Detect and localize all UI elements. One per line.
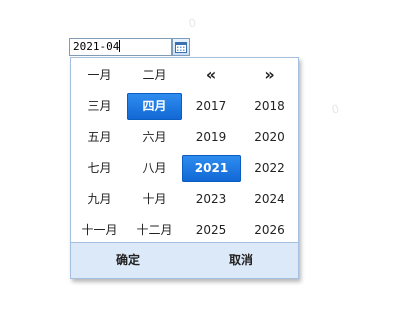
month-cell[interactable]: 十月 bbox=[126, 186, 183, 213]
page: 0 0 2021-04 一月 二月 « » 三月 四月 2017 2018 五月… bbox=[0, 0, 414, 330]
month-cell[interactable]: 六月 bbox=[126, 124, 183, 151]
month-cell[interactable]: 一月 bbox=[71, 62, 128, 89]
picker-row: 九月 十月 2023 2024 bbox=[71, 184, 298, 215]
year-cell[interactable]: 2019 bbox=[182, 124, 240, 151]
background-mark: 0 bbox=[330, 101, 341, 117]
next-years-button[interactable]: » bbox=[241, 62, 298, 89]
year-cell[interactable]: 2024 bbox=[241, 186, 298, 213]
year-cell[interactable]: 2022 bbox=[241, 155, 298, 182]
prev-years-button[interactable]: « bbox=[182, 62, 240, 89]
date-input-value: 2021-04 bbox=[73, 40, 120, 53]
month-cell[interactable]: 三月 bbox=[71, 93, 128, 120]
picker-row: 一月 二月 « » bbox=[71, 60, 298, 91]
confirm-button[interactable]: 确定 bbox=[99, 243, 157, 278]
picker-footer: 确定 取消 bbox=[71, 242, 298, 278]
year-cell[interactable]: 2026 bbox=[241, 217, 298, 244]
calendar-toggle-button[interactable] bbox=[172, 38, 190, 56]
picker-row: 三月 四月 2017 2018 bbox=[71, 91, 298, 122]
month-cell[interactable]: 二月 bbox=[126, 62, 183, 89]
calendar-icon bbox=[175, 42, 187, 53]
year-cell[interactable]: 2020 bbox=[241, 124, 298, 151]
picker-row: 七月 八月 2021 2022 bbox=[71, 153, 298, 184]
year-cell-selected[interactable]: 2021 bbox=[182, 155, 241, 182]
background-mark: 0 bbox=[187, 15, 198, 31]
month-cell-selected[interactable]: 四月 bbox=[127, 93, 182, 120]
month-cell[interactable]: 七月 bbox=[71, 155, 128, 182]
year-cell[interactable]: 2018 bbox=[241, 93, 298, 120]
month-year-grid: 一月 二月 « » 三月 四月 2017 2018 五月 六月 2019 202… bbox=[71, 60, 298, 246]
cancel-button[interactable]: 取消 bbox=[212, 243, 270, 278]
month-cell[interactable]: 十二月 bbox=[126, 217, 183, 244]
date-input-field[interactable]: 2021-04 bbox=[69, 38, 172, 56]
month-cell[interactable]: 八月 bbox=[126, 155, 183, 182]
month-cell[interactable]: 五月 bbox=[71, 124, 128, 151]
text-caret bbox=[119, 40, 121, 52]
year-cell[interactable]: 2025 bbox=[182, 217, 240, 244]
month-cell[interactable]: 九月 bbox=[71, 186, 128, 213]
year-cell[interactable]: 2023 bbox=[182, 186, 240, 213]
year-cell[interactable]: 2017 bbox=[182, 93, 240, 120]
date-input-text[interactable]: 2021-04 bbox=[73, 40, 121, 54]
picker-row: 五月 六月 2019 2020 bbox=[71, 122, 298, 153]
month-cell[interactable]: 十一月 bbox=[71, 217, 128, 244]
month-picker-popup: 一月 二月 « » 三月 四月 2017 2018 五月 六月 2019 202… bbox=[70, 57, 299, 279]
